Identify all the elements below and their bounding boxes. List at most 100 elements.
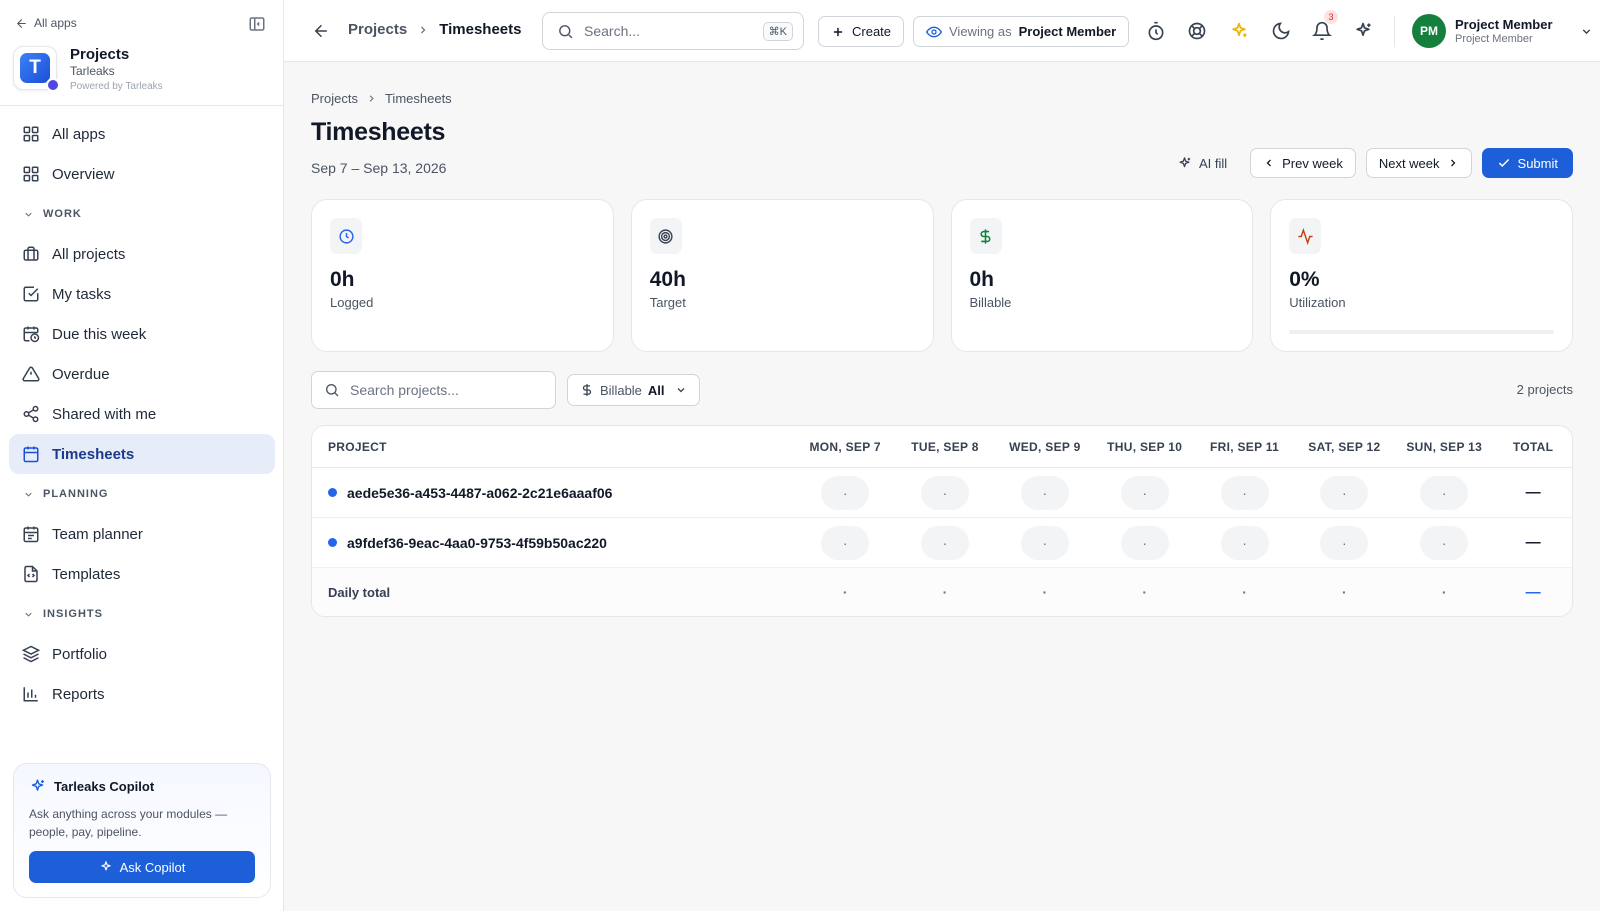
avatar: PM bbox=[1412, 14, 1446, 48]
dollar-icon bbox=[969, 218, 1002, 254]
header-total: TOTAL bbox=[1512, 439, 1554, 454]
user-role: Project Member bbox=[1455, 32, 1533, 45]
sidebar-item-overview[interactable]: Overview bbox=[9, 154, 275, 194]
sidebar-header: All apps T Projects Tarleaks Powered by … bbox=[0, 0, 283, 106]
sidebar-item-shared-with-me[interactable]: Shared with me bbox=[9, 394, 275, 434]
chevron-down-icon bbox=[25, 492, 32, 497]
viewing-as-button[interactable]: Viewing as Project Member bbox=[913, 16, 1130, 47]
billable-filter-label: Billable bbox=[600, 382, 642, 398]
submit-button[interactable]: Submit bbox=[1481, 148, 1573, 178]
project-color-dot bbox=[328, 488, 337, 497]
hours-input[interactable]: · bbox=[1220, 475, 1269, 510]
share-icon bbox=[23, 405, 39, 423]
hours-input[interactable]: · bbox=[1320, 525, 1369, 560]
stat-value: 40h bbox=[649, 268, 686, 291]
sidebar-item-overdue[interactable]: Overdue bbox=[9, 354, 275, 394]
app-name: Projects bbox=[70, 46, 130, 63]
back-to-all-apps-link[interactable]: All apps bbox=[15, 16, 77, 30]
hours-input[interactable]: · bbox=[1220, 525, 1269, 560]
sidebar-item-timesheets[interactable]: Timesheets bbox=[9, 434, 275, 474]
logo-badge bbox=[46, 78, 60, 92]
grid-icon bbox=[23, 166, 39, 182]
table-row: aede5e36-a453-4487-a062-2c21e6aaaf06 · ·… bbox=[312, 468, 1572, 518]
prev-week-button[interactable]: Prev week bbox=[1250, 148, 1356, 178]
user-menu[interactable]: PM Project Member Project Member bbox=[1412, 14, 1593, 48]
sidebar-item-all-apps[interactable]: All apps bbox=[9, 114, 275, 154]
timer-icon[interactable] bbox=[1146, 21, 1166, 41]
next-week-button[interactable]: Next week bbox=[1365, 148, 1472, 178]
sidebar-item-reports[interactable]: Reports bbox=[9, 674, 275, 714]
ai-sparkles-icon[interactable] bbox=[1229, 21, 1249, 41]
topbar-divider bbox=[1394, 16, 1395, 47]
sidebar-item-my-tasks[interactable]: My tasks bbox=[9, 274, 275, 314]
sidebar-item-label: All apps bbox=[52, 125, 106, 143]
hours-input[interactable]: · bbox=[821, 475, 870, 510]
search-placeholder: Search... bbox=[584, 23, 641, 39]
global-search-input[interactable]: Search... ⌘K bbox=[542, 12, 804, 50]
next-week-label: Next week bbox=[1378, 155, 1440, 171]
sidebar-item-label: Templates bbox=[52, 565, 121, 583]
chevron-right-icon bbox=[1450, 159, 1455, 167]
sidebar-item-all-projects[interactable]: All projects bbox=[9, 234, 275, 274]
sidebar-item-templates[interactable]: Templates bbox=[9, 554, 275, 594]
sidebar-item-team-planner[interactable]: Team planner bbox=[9, 514, 275, 554]
billable-filter-select[interactable]: Billable All bbox=[567, 374, 700, 406]
ask-copilot-button[interactable]: Ask Copilot bbox=[29, 851, 255, 883]
breadcrumb-projects-link[interactable]: Projects bbox=[311, 91, 358, 106]
project-name[interactable]: a9fdef36-9eac-4aa0-9753-4f59b50ac220 bbox=[347, 535, 607, 551]
hours-input[interactable]: · bbox=[921, 525, 970, 560]
hours-input[interactable]: · bbox=[1120, 475, 1169, 510]
hours-input[interactable]: · bbox=[1020, 525, 1069, 560]
eye-icon bbox=[926, 26, 942, 37]
section-insights[interactable]: INSIGHTS bbox=[9, 594, 275, 634]
filter-bar: Search projects... Billable All 2 projec… bbox=[311, 371, 1573, 409]
sidebar: All apps T Projects Tarleaks Powered by … bbox=[0, 0, 284, 911]
hours-input[interactable]: · bbox=[1120, 525, 1169, 560]
page-breadcrumb: Projects Timesheets bbox=[311, 91, 452, 106]
page-actions: AI fill Prev week Next week Submit bbox=[1164, 148, 1573, 178]
checkbox-icon bbox=[23, 286, 39, 302]
back-arrow-icon[interactable] bbox=[312, 22, 330, 40]
sidebar-collapse-icon[interactable] bbox=[248, 15, 266, 33]
ai-fill-button[interactable]: AI fill bbox=[1164, 148, 1240, 178]
project-count: 2 projects bbox=[1516, 382, 1573, 397]
assistant-sparkles-icon[interactable] bbox=[1353, 21, 1373, 41]
briefcase-icon bbox=[23, 246, 39, 261]
help-lifebuoy-icon[interactable] bbox=[1187, 21, 1207, 41]
header-day: WED, SEP 9 bbox=[1009, 439, 1081, 454]
header-day: MON, SEP 7 bbox=[809, 439, 881, 454]
hours-input[interactable]: · bbox=[1420, 475, 1469, 510]
hours-input[interactable]: · bbox=[821, 525, 870, 560]
calendar-clock-icon bbox=[23, 326, 40, 343]
section-planning[interactable]: PLANNING bbox=[9, 474, 275, 514]
dark-mode-moon-icon[interactable] bbox=[1271, 21, 1291, 41]
breadcrumb-projects-link[interactable]: Projects bbox=[348, 21, 407, 38]
section-title: WORK bbox=[43, 208, 82, 220]
row-total: — bbox=[1525, 484, 1541, 501]
hours-input[interactable]: · bbox=[1420, 525, 1469, 560]
project-search-input[interactable]: Search projects... bbox=[311, 371, 556, 409]
daily-total-value: · bbox=[1042, 584, 1048, 600]
create-label: Create bbox=[852, 24, 892, 39]
viewing-as-prefix: Viewing as bbox=[949, 24, 1012, 39]
table-row: a9fdef36-9eac-4aa0-9753-4f59b50ac220 · ·… bbox=[312, 518, 1572, 568]
sidebar-item-label: Reports bbox=[52, 685, 105, 703]
sidebar-item-due-this-week[interactable]: Due this week bbox=[9, 314, 275, 354]
section-work[interactable]: WORK bbox=[9, 194, 275, 234]
create-button[interactable]: Create bbox=[818, 16, 905, 47]
hours-input[interactable]: · bbox=[1020, 475, 1069, 510]
warning-icon bbox=[22, 366, 40, 382]
stat-card-target: 40h Target bbox=[630, 199, 934, 352]
sidebar-item-portfolio[interactable]: Portfolio bbox=[9, 634, 275, 674]
hours-input[interactable]: · bbox=[1320, 475, 1369, 510]
project-name[interactable]: aede5e36-a453-4487-a062-2c21e6aaaf06 bbox=[347, 485, 612, 501]
file-code-icon bbox=[24, 565, 38, 583]
org-name: Tarleaks bbox=[70, 64, 115, 78]
hours-input[interactable]: · bbox=[921, 475, 970, 510]
daily-total-value: · bbox=[1242, 584, 1247, 600]
chevron-right-icon bbox=[369, 95, 374, 102]
app-logo-letter: T bbox=[20, 53, 50, 83]
sidebar-item-label: Overview bbox=[52, 165, 115, 183]
notifications-bell-icon[interactable] bbox=[1312, 21, 1332, 41]
sidebar-item-label: Shared with me bbox=[52, 405, 157, 423]
